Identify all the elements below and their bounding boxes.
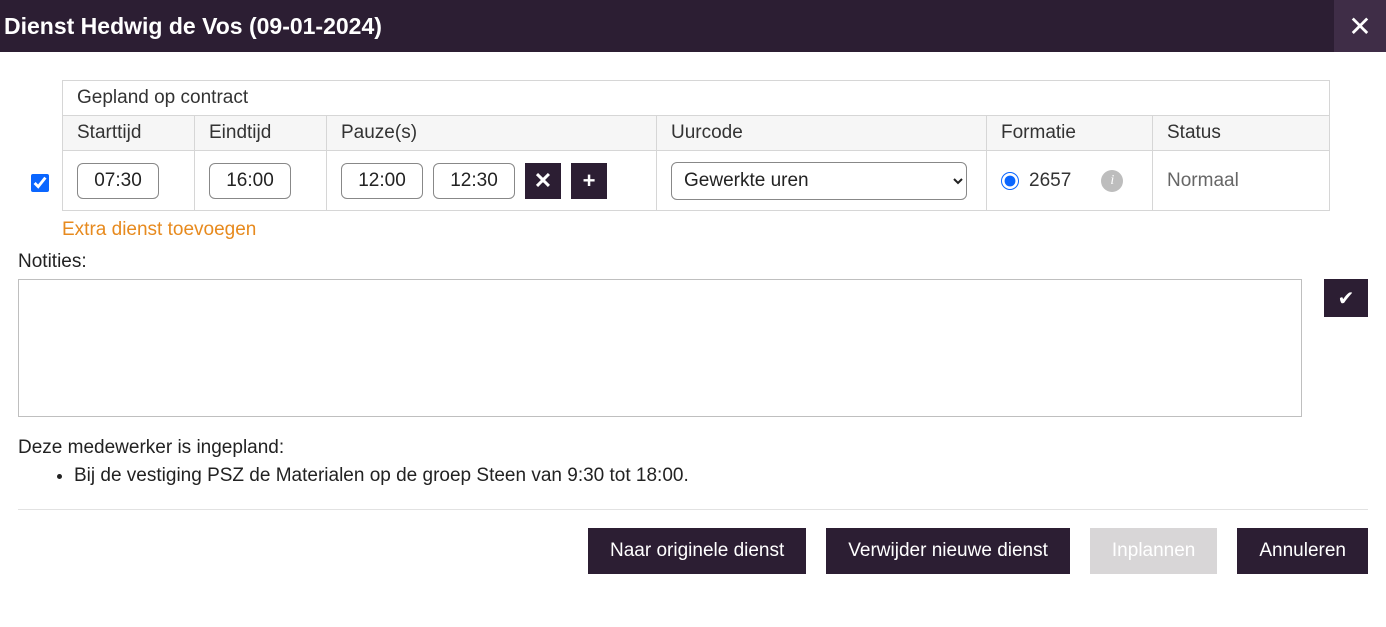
- cancel-button[interactable]: Annuleren: [1237, 528, 1368, 574]
- remove-pause-button[interactable]: ✕: [525, 163, 561, 199]
- col-uurcode: Uurcode: [657, 116, 987, 151]
- col-formatie: Formatie: [987, 116, 1153, 151]
- add-pause-button[interactable]: +: [571, 163, 607, 199]
- notes-textarea[interactable]: [18, 279, 1302, 417]
- scheduled-intro: Deze medewerker is ingepland:: [18, 437, 1368, 459]
- close-button[interactable]: ✕: [1334, 0, 1386, 52]
- uurcode-select[interactable]: Gewerkte uren: [671, 162, 967, 200]
- table-row: ✕ + Gewerkte uren: [63, 151, 1330, 211]
- info-icon[interactable]: i: [1101, 170, 1123, 192]
- col-eindtijd: Eindtijd: [195, 116, 327, 151]
- row-checkbox[interactable]: [31, 174, 49, 192]
- delete-new-button[interactable]: Verwijder nieuwe dienst: [826, 528, 1070, 574]
- pauze-end-input[interactable]: [433, 163, 515, 199]
- status-value: Normaal: [1167, 170, 1239, 191]
- formatie-value: 2657: [1029, 170, 1071, 192]
- col-starttijd: Starttijd: [63, 116, 195, 151]
- scheduled-info: Deze medewerker is ingepland: Bij de ves…: [18, 437, 1368, 487]
- eindtijd-input[interactable]: [209, 163, 291, 199]
- formatie-radio[interactable]: [1001, 172, 1019, 190]
- x-icon: ✕: [534, 168, 552, 194]
- dialog-header: Dienst Hedwig de Vos (09-01-2024) ✕: [0, 0, 1386, 52]
- plus-icon: +: [583, 168, 596, 194]
- starttijd-input[interactable]: [77, 163, 159, 199]
- notes-label: Notities:: [18, 251, 1368, 273]
- add-extra-service-link[interactable]: Extra dienst toevoegen: [62, 219, 256, 241]
- dialog-title: Dienst Hedwig de Vos (09-01-2024): [4, 13, 382, 40]
- dialog-footer: Naar originele dienst Verwijder nieuwe d…: [18, 510, 1368, 574]
- col-status: Status: [1153, 116, 1330, 151]
- scheduled-item: Bij de vestiging PSZ de Materialen op de…: [74, 465, 1368, 487]
- schedule-table: Gepland op contract Starttijd Eindtijd P…: [62, 80, 1330, 211]
- pauze-start-input[interactable]: [341, 163, 423, 199]
- plan-button: Inplannen: [1090, 528, 1217, 574]
- close-icon: ✕: [1348, 10, 1371, 43]
- check-icon: ✔: [1338, 286, 1355, 311]
- table-superheader: Gepland op contract: [63, 81, 1330, 116]
- col-pauze: Pauze(s): [327, 116, 657, 151]
- notes-confirm-button[interactable]: ✔: [1324, 279, 1368, 317]
- to-original-button[interactable]: Naar originele dienst: [588, 528, 806, 574]
